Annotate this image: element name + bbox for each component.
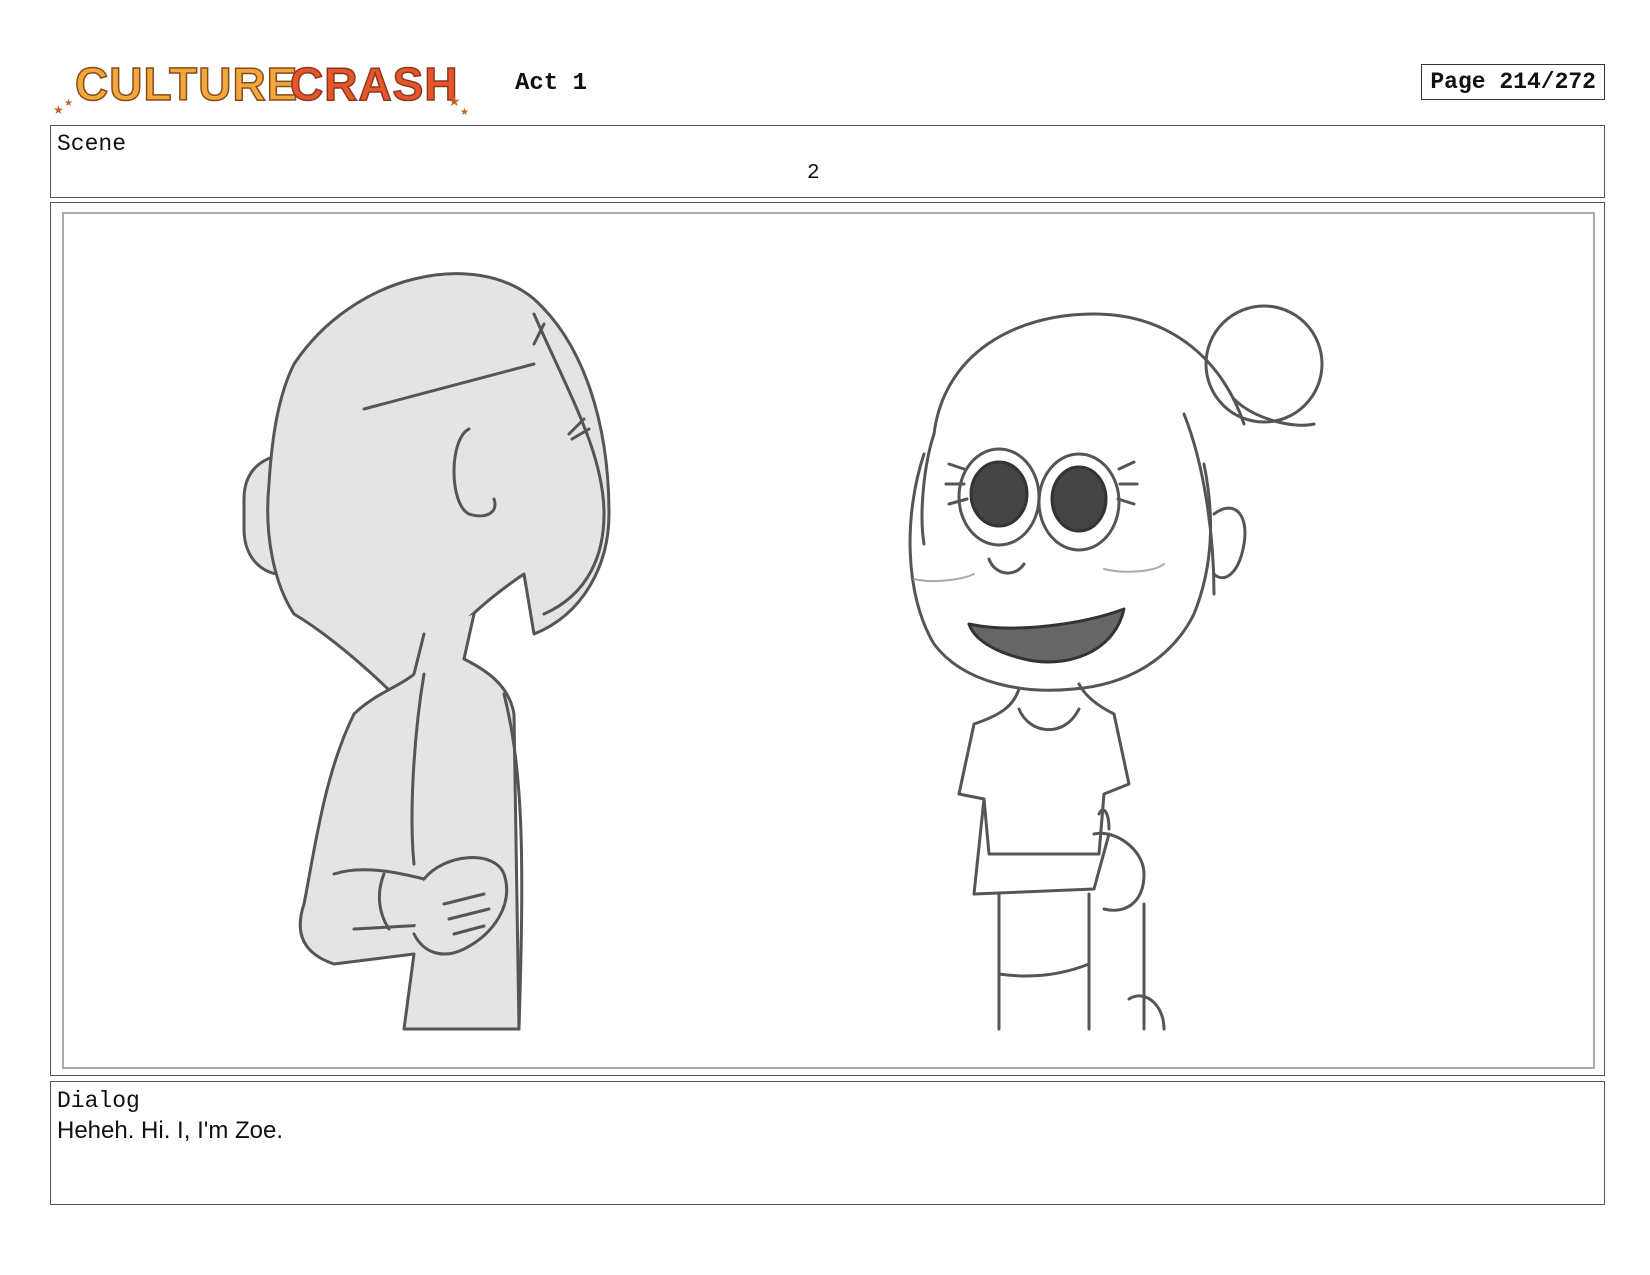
scene-label: Scene xyxy=(57,131,127,157)
scene-box: Scene 2 xyxy=(50,125,1605,198)
act-label: Act 1 xyxy=(515,70,588,97)
scene-number: 2 xyxy=(807,162,820,185)
right-character-sketch xyxy=(908,304,1324,1031)
svg-text:★: ★ xyxy=(64,98,73,109)
svg-text:CRASH: CRASH xyxy=(290,58,459,110)
svg-text:★: ★ xyxy=(448,94,461,110)
svg-text:★: ★ xyxy=(53,103,64,117)
svg-text:CULTURE: CULTURE xyxy=(75,58,298,110)
svg-text:★: ★ xyxy=(460,107,469,118)
dialog-label: Dialog xyxy=(57,1088,140,1114)
left-character-sketch xyxy=(242,272,611,1031)
culture-crash-logo: CULTURE CRASH ★ ★ ★ ★ xyxy=(53,57,469,118)
storyboard-sketch-image xyxy=(242,272,1324,1031)
dialog-box: Dialog Heheh. Hi. I, I'm Zoe. xyxy=(50,1081,1605,1205)
page-counter: Page 214/272 xyxy=(1421,64,1605,100)
panel-frame xyxy=(62,212,1595,1069)
dialog-text: Heheh. Hi. I, I'm Zoe. xyxy=(57,1117,283,1144)
storyboard-panel xyxy=(50,202,1605,1076)
page-header: CULTURE CRASH ★ ★ ★ ★ Act 1 Page 214/272 xyxy=(50,40,1605,118)
